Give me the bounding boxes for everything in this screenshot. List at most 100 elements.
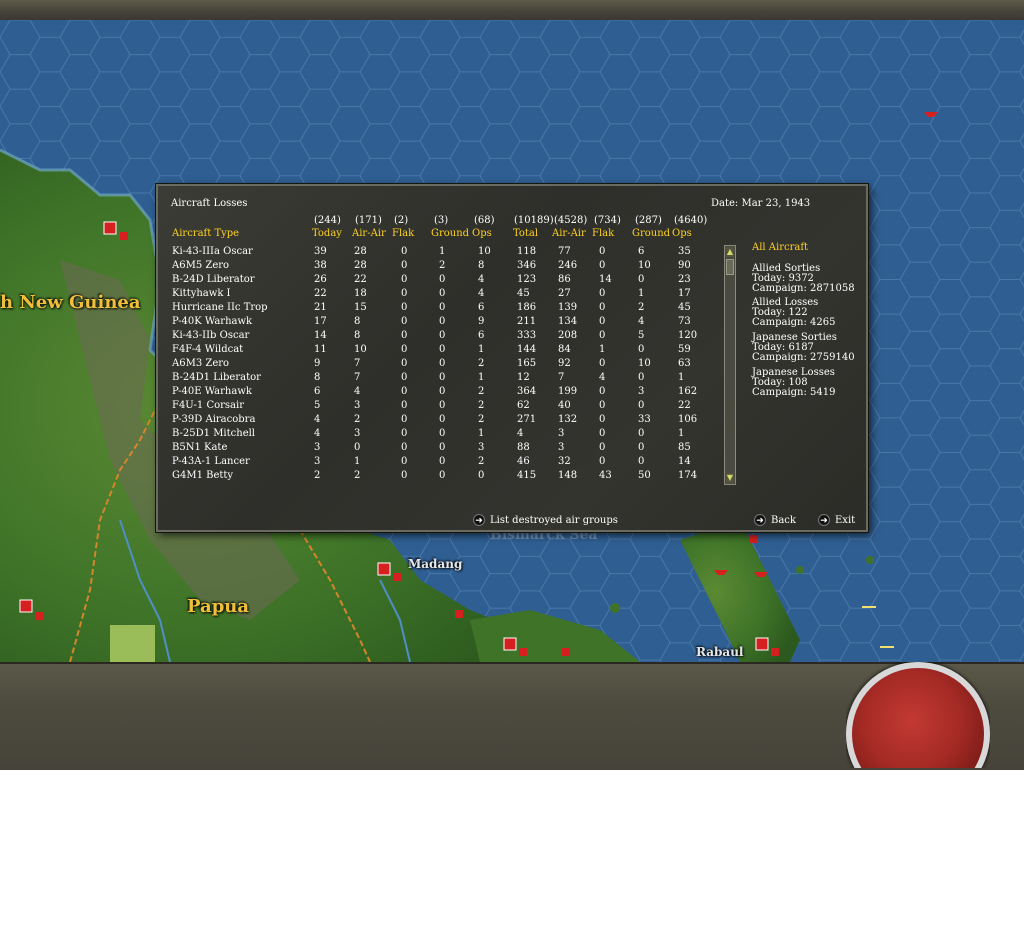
cell-today-flak: 0	[401, 302, 408, 313]
total-today-ops: (68)	[474, 215, 495, 226]
cell-ground: 1	[638, 288, 645, 299]
cell-today-ops: 10	[478, 246, 491, 257]
cell-flak: 0	[599, 386, 606, 397]
cell-ground: 3	[638, 386, 645, 397]
cell-aircraft-type: P-40K Warhawk	[172, 316, 253, 327]
back-button[interactable]: ➜ Back	[754, 514, 796, 526]
cell-flak: 0	[599, 428, 606, 439]
cell-today-flak: 0	[401, 470, 408, 481]
table-row[interactable]: P-39D Airacobra 4 2 0 0 2 271 132 0 33 106	[172, 414, 712, 428]
total-today: (244)	[314, 215, 341, 226]
table-row[interactable]: P-40E Warhawk 6 4 0 0 2 364 199 0 3 162	[172, 386, 712, 400]
cell-ground: 10	[638, 260, 651, 271]
cell-today-flak: 0	[401, 274, 408, 285]
header-total[interactable]: Total	[513, 228, 538, 239]
cell-today-flak: 0	[401, 414, 408, 425]
cell-air-air: 139	[558, 302, 578, 313]
cell-today-ops: 2	[478, 386, 485, 397]
cell-ops: 106	[678, 414, 698, 425]
cell-today-ground: 0	[439, 288, 446, 299]
header-today[interactable]: Today	[312, 228, 342, 239]
cell-flak: 0	[599, 456, 606, 467]
table-row[interactable]: B-25D1 Mitchell 4 3 0 0 1 4 3 0 0 1	[172, 428, 712, 442]
table-row[interactable]: B-24D1 Liberator 8 7 0 0 1 12 7 4 0 1	[172, 372, 712, 386]
header-ground[interactable]: Ground	[632, 228, 670, 239]
cell-air-air: 148	[558, 470, 578, 481]
cell-ops: 1	[678, 372, 685, 383]
header-today-ground[interactable]: Ground	[431, 228, 469, 239]
cell-today: 38	[314, 260, 327, 271]
table-row[interactable]: Kittyhawk I 22 18 0 0 4 45 27 0 1 17	[172, 288, 712, 302]
table-row[interactable]: B-24D Liberator 26 22 0 0 4 123 86 14 0 23	[172, 274, 712, 288]
exit-button[interactable]: ➜ Exit	[818, 514, 855, 526]
cell-today-air-air: 28	[354, 260, 367, 271]
map-label-madang: Madang	[408, 557, 463, 571]
cell-today: 5	[314, 400, 321, 411]
table-row[interactable]: F4F-4 Wildcat 11 10 0 0 1 144 84 1 0 59	[172, 344, 712, 358]
table-row[interactable]: F4U-1 Corsair 5 3 0 0 2 62 40 0 0 22	[172, 400, 712, 414]
cell-today: 4	[314, 428, 321, 439]
cell-aircraft-type: B-24D1 Liberator	[172, 372, 261, 383]
cell-today-ground: 0	[439, 344, 446, 355]
cell-ops: 17	[678, 288, 691, 299]
cell-today-air-air: 2	[354, 414, 361, 425]
cell-flak: 0	[599, 288, 606, 299]
table-scrollbar[interactable]: ▲ ▼	[724, 245, 736, 485]
cell-aircraft-type: F4U-1 Corsair	[172, 400, 244, 411]
scroll-down-icon[interactable]: ▼	[726, 473, 734, 483]
cell-air-air: 27	[558, 288, 571, 299]
cell-air-air: 40	[558, 400, 571, 411]
table-row[interactable]: Ki-43-IIb Oscar 14 8 0 0 6 333 208 0 5 120	[172, 330, 712, 344]
scroll-thumb[interactable]	[726, 259, 734, 275]
cell-today-flak: 0	[401, 428, 408, 439]
end-turn-button[interactable]	[846, 662, 990, 768]
cell-ops: 90	[678, 260, 691, 271]
cell-today-air-air: 22	[354, 274, 367, 285]
cell-today-ops: 4	[478, 274, 485, 285]
map-label-papua: Papua	[187, 596, 250, 617]
table-row[interactable]: B5N1 Kate 3 0 0 0 3 88 3 0 0 85	[172, 442, 712, 456]
cell-today: 6	[314, 386, 321, 397]
table-row[interactable]: A6M5 Zero 38 28 0 2 8 346 246 0 10 90	[172, 260, 712, 274]
cell-today-flak: 0	[401, 358, 408, 369]
table-row[interactable]: Ki-43-IIIa Oscar 39 28 0 1 10 118 77 0 6 35	[172, 246, 712, 260]
header-today-ops[interactable]: Ops	[472, 228, 492, 239]
cell-today-air-air: 1	[354, 456, 361, 467]
aircraft-filter[interactable]: All Aircraft	[752, 243, 808, 253]
header-ops[interactable]: Ops	[672, 228, 692, 239]
table-row[interactable]: P-43A-1 Lancer 3 1 0 0 2 46 32 0 0 14	[172, 456, 712, 470]
cell-air-air: 7	[558, 372, 565, 383]
allied-sorties-campaign: Campaign: 2871058	[752, 283, 855, 294]
header-today-flak[interactable]: Flak	[392, 228, 414, 239]
cell-ops: 120	[678, 330, 698, 341]
cell-ground: 33	[638, 414, 651, 425]
cell-today-flak: 0	[401, 386, 408, 397]
header-flak[interactable]: Flak	[592, 228, 614, 239]
table-row[interactable]: Hurricane IIc Trop 21 15 0 0 6 186 139 0 2 45	[172, 302, 712, 316]
cell-flak: 14	[599, 274, 612, 285]
cell-today-ops: 2	[478, 456, 485, 467]
dialog-title: Aircraft Losses	[171, 198, 248, 209]
map-label-new-guinea: h New Guinea	[0, 292, 141, 313]
allied-losses-campaign: Campaign: 4265	[752, 317, 836, 328]
table-row[interactable]: P-40K Warhawk 17 8 0 0 9 211 134 0 4 73	[172, 316, 712, 330]
header-aircraft-type[interactable]: Aircraft Type	[172, 228, 239, 239]
cell-air-air: 134	[558, 316, 578, 327]
table-row[interactable]: G4M1 Betty 2 2 0 0 0 415 148 43 50 174	[172, 470, 712, 484]
dialog-date: Date: Mar 23, 1943	[711, 198, 811, 209]
cell-ops: 23	[678, 274, 691, 285]
list-destroyed-air-groups-button[interactable]: ➜ List destroyed air groups	[473, 514, 618, 526]
header-today-air-air[interactable]: Air-Air	[352, 228, 386, 239]
cell-aircraft-type: Ki-43-IIIa Oscar	[172, 246, 253, 257]
cell-ops: 45	[678, 302, 691, 313]
cell-ops: 14	[678, 456, 691, 467]
header-air-air[interactable]: Air-Air	[552, 228, 586, 239]
cell-today-air-air: 2	[354, 470, 361, 481]
total-today-air-air: (171)	[355, 215, 382, 226]
cell-today: 39	[314, 246, 327, 257]
cell-flak: 0	[599, 302, 606, 313]
scroll-up-icon[interactable]: ▲	[726, 247, 734, 257]
cell-air-air: 208	[558, 330, 578, 341]
table-row[interactable]: A6M3 Zero 9 7 0 0 2 165 92 0 10 63	[172, 358, 712, 372]
cell-total: 123	[517, 274, 537, 285]
